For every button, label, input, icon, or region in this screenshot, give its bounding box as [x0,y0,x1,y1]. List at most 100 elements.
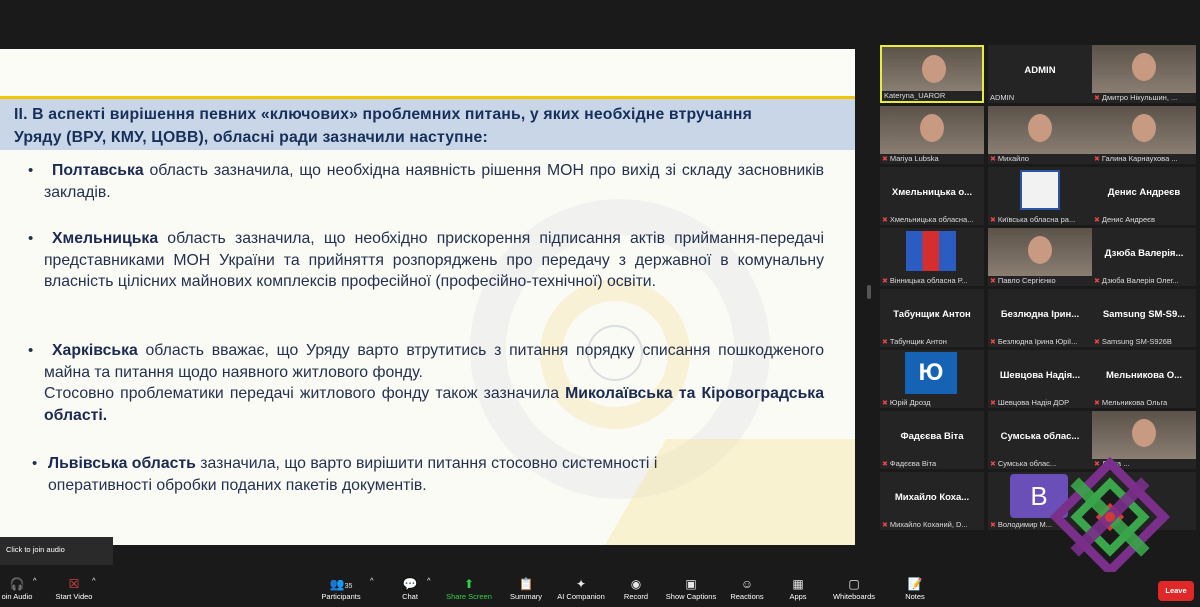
notes-icon: 📝 [907,577,923,591]
crest-icon [1020,170,1060,210]
mic-muted-icon: ✖ [882,217,888,224]
notes-button[interactable]: 📝 Notes [900,576,930,601]
participants-icon: 👥35 [329,577,353,591]
mic-muted-icon: ✖ [1094,339,1100,346]
ai-companion-button[interactable]: ✦ AI Companion [554,576,608,601]
participant-name-center: Фадєєва Віта [900,431,964,442]
chat-options-caret[interactable]: ^ [427,576,431,585]
participant-label: ADMIN [990,93,1090,102]
participants-options-caret[interactable]: ^ [370,576,374,585]
participant-face [1132,114,1156,142]
mic-muted-icon: ✖ [882,522,888,529]
participant-label-text: Юрій Дрозд [889,398,931,407]
participant-tile[interactable]: ✖ Вінницька обласна Р... [880,228,984,286]
participant-tile[interactable]: Михайло Коха... ✖ Михайло Коханий, D... [880,472,984,530]
participant-label: ✖ Юрій Дрозд [882,398,982,407]
start-video-button[interactable]: ☒ Start Video [52,576,96,601]
participant-tile[interactable]: Дзюба Валерія... ✖ Дзюба Валерія Олег... [1092,228,1196,286]
participant-video [1092,106,1196,154]
join-audio-tooltip: Click to join audio [0,537,113,565]
participant-name-center: ADMIN [1024,65,1056,76]
participant-face [920,114,944,142]
show-captions-button[interactable]: ▣ Show Captions [664,576,718,601]
participant-label-text: Київська обласна ра... [997,215,1076,224]
participant-tile[interactable]: ✖ Павло Сергієнко [988,228,1092,286]
participant-tile[interactable]: Ю ✖ Юрій Дрозд [880,350,984,408]
bullet-khmelnytska: • Хмельницька область зазначила, що необ… [28,230,824,290]
participant-label: ✖ Mariya Lubska [882,154,982,163]
participant-tile[interactable]: Табунщик Антон ✖ Табунщик Антон [880,289,984,347]
participant-name-center: Дзюба Валерія... [1104,248,1184,259]
participant-name-center: Денис Андреєв [1107,187,1181,198]
apps-icon: ▦ [792,577,804,591]
participant-name-center: Samsung SM-S9... [1102,309,1186,320]
record-button[interactable]: ◉ Record [618,576,654,601]
participant-tile[interactable]: Шевцова Надія... ✖ Шевцова Надія ДОР [988,350,1092,408]
participant-tile[interactable]: Денис Андреєв ✖ Денис Андреєв [1092,167,1196,225]
participant-label: ✖ Безлюдна Ірина Юрії... [990,337,1090,346]
participant-tile[interactable]: ✖ Михайло [988,106,1092,164]
participant-face [1132,419,1156,447]
slide-heading-line1: ІІ. В аспекті вирішення певних «ключових… [14,106,752,123]
mic-muted-icon: ✖ [990,278,996,285]
bullet-dot-icon: • [28,162,34,179]
participant-video [882,47,982,91]
participant-video [880,106,984,154]
participant-name-center: Шевцова Надія... [999,370,1081,381]
participant-tile[interactable]: ✖ Галина Карнаухова ... [1092,106,1196,164]
shared-screen: ІІ. В аспекті вирішення певних «ключових… [0,17,865,572]
participant-label: ✖ Samsung SM-S926B [1094,337,1194,346]
video-off-icon: ☒ [68,577,80,591]
captions-icon: ▣ [685,577,697,591]
audio-options-caret[interactable]: ^ [33,576,37,585]
mic-muted-icon: ✖ [990,400,996,407]
participant-tile[interactable]: Мельникова О... ✖ Мельникова Ольга [1092,350,1196,408]
summary-button[interactable]: 📋 Summary [506,576,546,601]
slide-heading-line2: Уряду (ВРУ, КМУ, ЦОВВ), обласні ради заз… [14,129,488,146]
participant-tile[interactable]: Фадєєва Віта ✖ Фадєєва Віта [880,411,984,469]
participant-label-text: Галина Карнаухова ... [1101,154,1178,163]
chat-button[interactable]: 💬 Chat [396,576,424,601]
slide-top-area [0,49,855,96]
presentation-slide: ІІ. В аспекті вирішення певних «ключових… [0,49,855,545]
participant-label: ✖ Мельникова Ольга [1094,398,1194,407]
participant-tile[interactable]: ADMIN ADMIN [988,45,1092,103]
participant-label: ✖ Михайло Коханий, D... [882,520,982,529]
participant-tile[interactable]: ✖ Дмитро Нікульшин, ... [1092,45,1196,103]
participant-name-center: Хмельницька о... [891,187,973,198]
participant-label: Kateryna_UAROR [884,91,980,100]
video-options-caret[interactable]: ^ [92,576,96,585]
participant-tile[interactable]: Kateryna_UAROR [880,45,984,103]
participant-face [922,55,946,83]
participant-tile[interactable]: ✖ Київська обласна ра... [988,167,1092,225]
participant-tile[interactable]: Хмельницька о... ✖ Хмельницька обласна... [880,167,984,225]
mic-muted-icon: ✖ [990,156,996,163]
participant-name-center: Михайло Коха... [894,492,970,503]
participant-label-text: Михайло Коханий, D... [889,520,968,529]
join-audio-button[interactable]: 🎧 oin Audio [0,576,34,601]
panel-resize-handle[interactable] [867,285,871,299]
participant-tile[interactable]: Безлюдна Ірин... ✖ Безлюдна Ірина Юрії... [988,289,1092,347]
participant-label: ✖ Галина Карнаухова ... [1094,154,1194,163]
bullet-kharkivska: • Харківська область вважає, що Уряду ва… [28,342,824,424]
whiteboards-button[interactable]: ▢ Whiteboards [830,576,878,601]
participant-label-text: Mariya Lubska [889,154,939,163]
reactions-icon: ☺ [740,577,754,591]
mic-muted-icon: ✖ [1094,278,1100,285]
participant-label-text: Мельникова Ольга [1101,398,1168,407]
share-screen-button[interactable]: ⬆ Share Screen [444,576,494,601]
participant-video [988,106,1092,154]
participant-tile[interactable]: ✖ Mariya Lubska [880,106,984,164]
zoom-window: ІІ. В аспекті вирішення певних «ключових… [0,0,1200,607]
participant-label-text: Денис Андреєв [1101,215,1155,224]
share-screen-icon: ⬆ [463,577,475,591]
reactions-button[interactable]: ☺ Reactions [728,576,766,601]
participant-tile[interactable]: Samsung SM-S9... ✖ Samsung SM-S926B [1092,289,1196,347]
apps-button[interactable]: ▦ Apps [784,576,812,601]
participants-button[interactable]: 👥35 Participants [316,576,366,601]
leave-button[interactable]: Leave [1158,581,1194,601]
participant-label: ✖ Дзюба Валерія Олег... [1094,276,1194,285]
sparkle-icon: ✦ [575,577,587,591]
participant-label: ✖ Михайло [990,154,1090,163]
participant-label-text: Шевцова Надія ДОР [997,398,1070,407]
